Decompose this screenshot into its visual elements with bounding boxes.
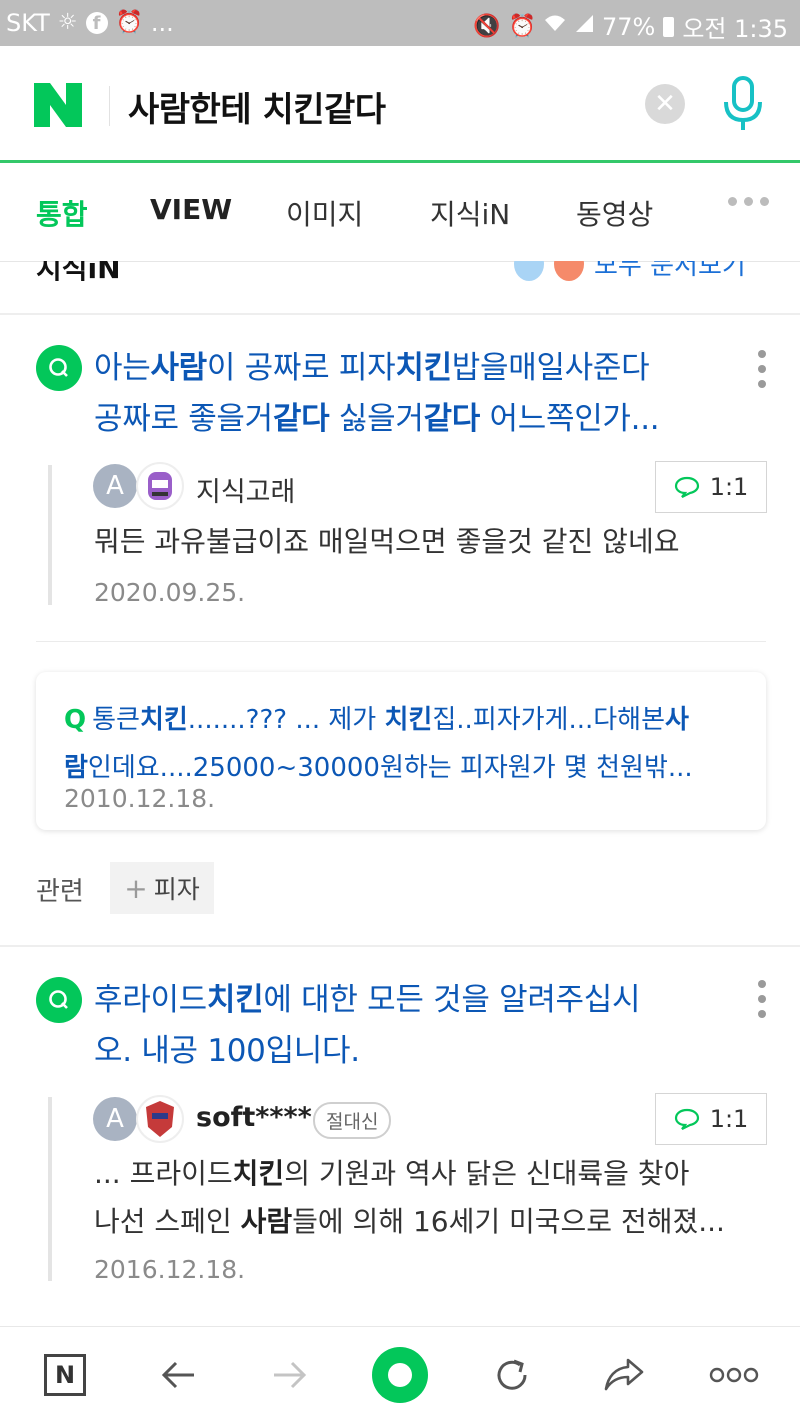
microphone-icon xyxy=(724,76,762,130)
refresh-button[interactable] xyxy=(484,1347,540,1403)
question-mark: Q xyxy=(64,705,87,735)
related-question-text: Q 통큰치킨.......??? ... 제가 치킨집..피자가게...다해본사 … xyxy=(64,696,744,792)
related-question-card[interactable]: Q 통큰치킨.......??? ... 제가 치킨집..피자가게...다해본사 … xyxy=(36,672,766,830)
alarm-icon: ⏰ xyxy=(115,10,143,35)
result-2-more-icon[interactable] xyxy=(758,980,766,1018)
wifi-icon xyxy=(544,13,566,40)
answer-date: 2016.12.18. xyxy=(94,1255,246,1284)
clock: 오전 1:35 xyxy=(682,15,788,43)
section-divider xyxy=(0,313,800,315)
character-face-icon xyxy=(554,261,584,281)
answerer-name[interactable]: soft**** xyxy=(196,1102,312,1133)
more-notifications: ... xyxy=(150,9,174,37)
tab-images[interactable]: 이미지 xyxy=(286,193,363,233)
battery-percent: 77% xyxy=(601,12,656,41)
tab-kin[interactable]: 지식iN xyxy=(430,193,510,233)
share-icon xyxy=(604,1358,644,1391)
chat-bubble-icon xyxy=(674,476,699,498)
question-icon xyxy=(36,345,82,391)
more-menu-button[interactable] xyxy=(706,1347,762,1403)
tab-integrated[interactable]: 통합 xyxy=(36,193,88,233)
related-question-date: 2010.12.18. xyxy=(64,784,216,813)
plus-icon: + xyxy=(124,871,148,905)
naver-home-button[interactable]: N xyxy=(42,1347,88,1403)
answer-quote-bar xyxy=(48,1097,52,1281)
search-tabs: 통합 VIEW 이미지 지식iN 동영상 xyxy=(0,163,800,262)
section-divider xyxy=(0,945,800,947)
result-2-title-line-1: 후라이드치킨에 대한 모든 것을 알려주십시 xyxy=(94,982,641,1018)
see-all-link[interactable]: 모두 문서보기 xyxy=(514,261,746,282)
result-1-more-icon[interactable] xyxy=(758,350,766,388)
tabs-more-icon[interactable] xyxy=(728,197,769,206)
result-2-title-line-2: 오. 내공 100입니다. xyxy=(94,1033,360,1069)
status-bar: SKT ☼ f ⏰ ... 🔇 ⏰ 77% 오전 1:35 xyxy=(0,0,800,46)
answer-snippet: ... 프라이드치킨의 기원과 역사 닭은 신대륙을 찾아 나선 스페인 사람들… xyxy=(94,1150,774,1246)
clear-search-button[interactable]: ✕ xyxy=(645,84,685,124)
related-label: 관련 xyxy=(36,877,84,907)
refresh-icon xyxy=(497,1359,527,1390)
answer-snippet: 뭐든 과유불급이죠 매일먹으면 좋을것 같진 않네요 xyxy=(94,525,680,558)
arrow-right-icon xyxy=(274,1361,307,1389)
result-1-title-line-2: 공짜로 좋을거같다 싫을거같다 어느쪽인가... xyxy=(94,401,660,437)
one-on-one-button[interactable]: 1:1 xyxy=(655,1093,767,1145)
result-1-title-line-1: 아는사람이 공짜로 피자치킨밥을매일사준다 xyxy=(94,350,650,386)
close-icon: ✕ xyxy=(654,89,676,119)
divider xyxy=(36,641,766,642)
tab-video[interactable]: 동영상 xyxy=(576,193,653,233)
share-button[interactable] xyxy=(596,1347,652,1403)
result-2-title[interactable]: 후라이드치킨에 대한 모든 것을 알려주십시 오. 내공 100입니다. xyxy=(94,975,734,1077)
tab-view[interactable]: VIEW xyxy=(150,193,232,226)
green-dot-button[interactable] xyxy=(372,1347,428,1403)
kin-section-header: 지식iN 모두 문서보기 xyxy=(0,261,800,313)
search-bar: 사람한테 치킨같다 ✕ xyxy=(0,46,800,163)
avatar-character xyxy=(136,462,184,510)
result-1-title[interactable]: 아는사람이 공짜로 피자치킨밥을매일사준다 공짜로 좋을거같다 싫을거같다 어느… xyxy=(94,343,734,445)
carrier-label: SKT xyxy=(6,9,50,37)
signal-icon xyxy=(574,13,594,40)
battery-icon xyxy=(663,16,675,37)
avatar-character xyxy=(136,1095,184,1143)
arrow-left-icon xyxy=(161,1361,194,1389)
related-keyword-chip[interactable]: + 피자 xyxy=(110,862,214,914)
green-dot-icon xyxy=(372,1347,428,1403)
answer-snippet-line-1: ... 프라이드치킨의 기원과 역사 닭은 신대륙을 찾아 xyxy=(94,1157,690,1190)
avatar: A xyxy=(93,464,137,508)
more-icon xyxy=(709,1367,759,1383)
rank-badge: 절대신 xyxy=(313,1102,392,1139)
search-divider xyxy=(109,86,110,126)
back-button[interactable] xyxy=(150,1347,206,1403)
answer-snippet-line-2: 나선 스페인 사람들에 의해 16세기 미국으로 전해졌... xyxy=(94,1205,725,1238)
one-on-one-button[interactable]: 1:1 xyxy=(655,461,767,513)
section-title: 지식iN xyxy=(36,261,121,285)
naver-n-icon: N xyxy=(44,1354,86,1396)
forward-button[interactable] xyxy=(262,1347,318,1403)
answer-quote-bar xyxy=(48,465,52,605)
answer-date: 2020.09.25. xyxy=(94,578,246,607)
related-question-line-1: Q 통큰치킨.......??? ... 제가 치킨집..피자가게...다해본사 xyxy=(64,705,689,735)
voice-search-button[interactable] xyxy=(718,74,768,134)
chat-bubble-icon xyxy=(674,1108,699,1130)
facebook-icon: f xyxy=(85,12,108,34)
alarm-icon: ⏰ xyxy=(508,13,536,39)
search-input[interactable]: 사람한테 치킨같다 xyxy=(128,82,386,131)
answerer-name[interactable]: 지식고래 xyxy=(196,470,295,509)
browser-toolbar: N xyxy=(0,1326,800,1423)
character-face-icon xyxy=(514,261,544,281)
avatar: A xyxy=(93,1097,137,1141)
mute-icon: 🔇 xyxy=(473,13,501,39)
weather-icon: ☼ xyxy=(57,10,78,35)
naver-logo[interactable] xyxy=(34,83,82,127)
question-icon xyxy=(36,977,82,1023)
